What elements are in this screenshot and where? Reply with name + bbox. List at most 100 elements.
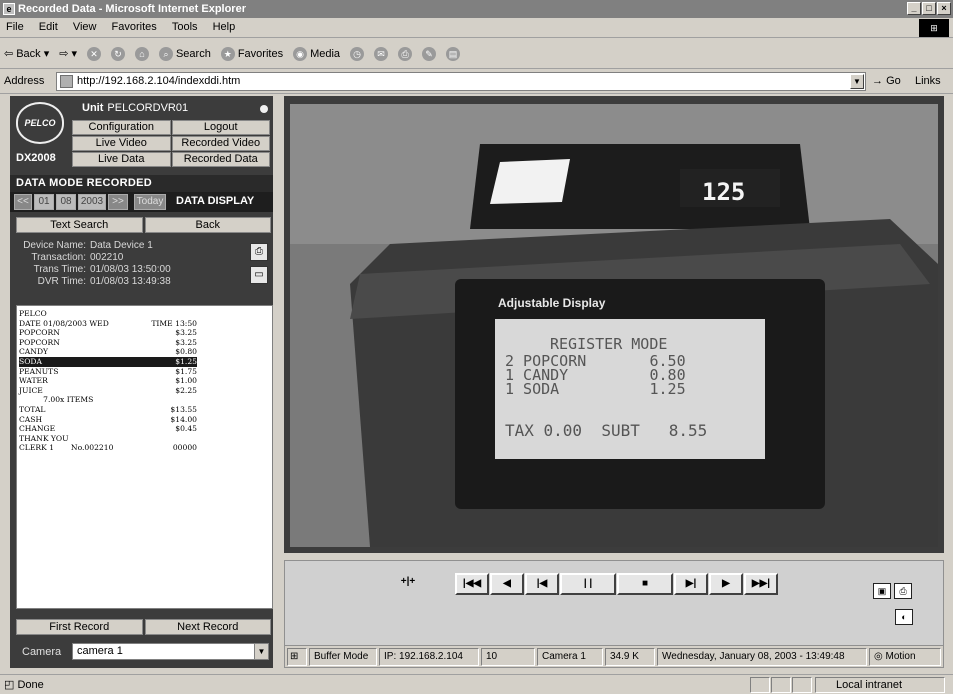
window-title-bar: e Recorded Data - Microsoft Internet Exp… xyxy=(0,0,953,18)
buffer-mode-status: Buffer Mode xyxy=(309,648,377,666)
next-date-button[interactable]: >> xyxy=(108,194,128,210)
receipt-line[interactable]: WATER $1.00 xyxy=(19,376,197,386)
rate-status: 34.9 K xyxy=(605,648,655,666)
discuss-icon[interactable]: ▤ xyxy=(446,46,461,61)
history-icon[interactable]: ◷ xyxy=(350,46,365,61)
links-button[interactable]: Links xyxy=(915,75,941,87)
print-icon[interactable]: ⎙ xyxy=(398,46,413,61)
menu-file[interactable]: File xyxy=(0,18,30,36)
device-info: Device Name: Data Device 1 Transaction: 00… xyxy=(23,240,171,287)
menu-tools[interactable]: Tools xyxy=(166,18,204,36)
recorded-data-button[interactable]: Recorded Data xyxy=(171,152,270,167)
receipt-line[interactable]: PEANUTS $1.75 xyxy=(19,367,197,377)
year-field[interactable]: 2003 xyxy=(78,194,106,210)
pause-button[interactable]: | | xyxy=(560,573,616,595)
camera-select[interactable]: camera 1 ▼ xyxy=(72,643,269,660)
step-back-button[interactable]: ◀ xyxy=(490,573,524,595)
datetime-status: Wednesday, January 08, 2003 - 13:49:48 xyxy=(657,648,867,666)
camera-label: Camera xyxy=(22,646,62,658)
number-status: 10 xyxy=(481,648,535,666)
close-button[interactable]: × xyxy=(937,2,951,15)
recorded-video-button[interactable]: Recorded Video xyxy=(171,136,270,151)
camera-status: Camera 1 xyxy=(537,648,603,666)
today-button[interactable]: Today xyxy=(134,194,166,210)
mail-icon[interactable]: ✉ xyxy=(374,46,389,61)
configuration-button[interactable]: Configuration xyxy=(72,120,171,135)
save-icon[interactable]: ▣ xyxy=(873,583,891,599)
receipt-line[interactable]: JUICE $2.25 xyxy=(19,386,197,396)
day-field[interactable]: 08 xyxy=(56,194,76,210)
receipt-line[interactable]: SODA $1.25 xyxy=(19,356,197,367)
contrast-icon[interactable]: ◐ xyxy=(895,609,913,625)
address-label: Address xyxy=(4,75,45,87)
motion-icon: ◎ xyxy=(874,651,883,662)
text-search-button[interactable]: Text Search xyxy=(16,217,143,233)
menu-help[interactable]: Help xyxy=(207,18,242,36)
stop-button[interactable]: ■ xyxy=(617,573,673,595)
logout-button[interactable]: Logout xyxy=(171,120,270,135)
frame-forward-button[interactable]: ▶| xyxy=(674,573,708,595)
page-icon xyxy=(60,75,73,88)
search-button[interactable]: ⌕ Search xyxy=(158,46,211,61)
print-icon-video[interactable]: ⎙ xyxy=(894,583,913,599)
adjustable-display-label: Adjustable Display xyxy=(498,296,606,310)
next-record-button[interactable]: Next Record xyxy=(144,619,271,635)
sync-icon[interactable]: +|+ xyxy=(397,573,419,595)
back-button-panel[interactable]: Back xyxy=(144,217,271,233)
address-bar: Address http://192.168.2.104/indexddi.ht… xyxy=(0,70,953,94)
pelco-logo: PELCO xyxy=(16,102,64,144)
live-video-button[interactable]: Live Video xyxy=(72,136,171,151)
window-title: Recorded Data - Microsoft Internet Explo… xyxy=(18,3,246,15)
address-input[interactable]: http://192.168.2.104/indexddi.htm xyxy=(56,72,866,91)
status-segment xyxy=(771,677,791,693)
last-frame-button[interactable]: ▶▶| xyxy=(744,573,778,595)
first-frame-button[interactable]: |◀◀ xyxy=(455,573,489,595)
live-data-button[interactable]: Live Data xyxy=(72,152,171,167)
receipt-line[interactable]: DATE 01/08/2003 WED TIME 13:50 xyxy=(19,319,197,329)
stop-icon[interactable]: ✕ xyxy=(86,46,101,61)
menu-favorites[interactable]: Favorites xyxy=(106,18,163,36)
first-record-button[interactable]: First Record xyxy=(16,619,143,635)
favorites-button[interactable]: ★ Favorites xyxy=(220,46,283,61)
address-dropdown-button[interactable]: ▼ xyxy=(850,74,864,89)
back-button[interactable]: ⇦ Back ▾ xyxy=(4,47,49,61)
play-button[interactable]: ▶ xyxy=(709,573,743,595)
receipt-line[interactable]: 7.00x ITEMS xyxy=(19,395,197,405)
receipt-line[interactable]: CANDY $0.80 xyxy=(19,347,197,357)
forward-button[interactable]: ⇨ ▾ xyxy=(59,47,77,60)
chevron-down-icon[interactable]: ▼ xyxy=(254,644,268,659)
receipt-line[interactable]: POPCORN $3.25 xyxy=(19,338,197,348)
video-frame[interactable]: 125 Adjustable Display REGISTER MODE 2 P… xyxy=(290,104,938,547)
video-status-bar: ⊞ Buffer Mode IP: 192.168.2.104 10 Camer… xyxy=(285,645,943,667)
home-icon[interactable]: ⌂ xyxy=(134,46,149,61)
save-record-icon[interactable]: ▭ xyxy=(250,266,268,284)
unit-model: DX2008 xyxy=(16,152,56,164)
edit-icon[interactable]: ✎ xyxy=(422,46,437,61)
receipt-line[interactable]: TOTAL $13.55 xyxy=(19,405,197,415)
prev-date-button[interactable]: << xyxy=(14,194,32,210)
refresh-icon[interactable]: ↻ xyxy=(110,46,125,61)
media-button[interactable]: ◉ Media xyxy=(293,46,340,61)
go-button[interactable]: → Go xyxy=(872,75,901,87)
grid-icon[interactable]: ⊞ xyxy=(287,648,307,666)
month-field[interactable]: 01 xyxy=(34,194,54,210)
receipt-line[interactable]: POPCORN $3.25 xyxy=(19,328,197,338)
search-icon: ⌕ xyxy=(158,46,173,61)
windows-logo-icon: ⊞ xyxy=(919,19,949,37)
frame-back-button[interactable]: |◀ xyxy=(525,573,559,595)
menu-edit[interactable]: Edit xyxy=(33,18,64,36)
receipt-line[interactable]: PELCO xyxy=(19,309,197,319)
receipt-line[interactable]: CLERK 1 No.002210 00000 xyxy=(19,443,197,453)
menu-bar: File Edit View Favorites Tools Help ⊞ xyxy=(0,18,953,38)
receipt-line[interactable]: CHANGE $0.45 xyxy=(19,424,197,434)
lcd-line-1: REGISTER MODE xyxy=(550,335,667,353)
menu-view[interactable]: View xyxy=(67,18,103,36)
video-pane: 125 Adjustable Display REGISTER MODE 2 P… xyxy=(284,96,944,553)
minimize-button[interactable]: _ xyxy=(907,2,921,15)
unit-status-indicator xyxy=(260,105,268,113)
print-record-icon[interactable]: ⎙ xyxy=(250,243,268,261)
receipt-line[interactable]: THANK YOU xyxy=(19,434,197,444)
receipt-line[interactable]: CASH $14.00 xyxy=(19,415,197,425)
receipt-text: PELCO DATE 01/08/2003 WED TIME 13:50 POPCOR… xyxy=(16,305,273,609)
maximize-button[interactable]: □ xyxy=(922,2,936,15)
